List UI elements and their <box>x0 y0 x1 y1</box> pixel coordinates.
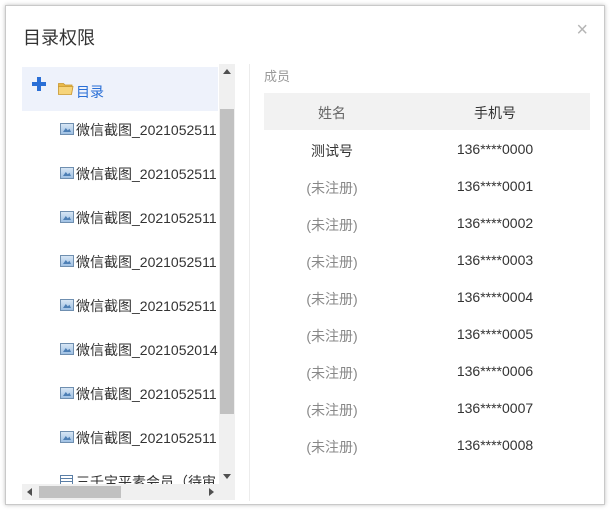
member-name: (未注册) <box>306 439 358 455</box>
tree-item-label: 微信截图_2021052511 <box>76 122 217 138</box>
member-name: (未注册) <box>306 291 358 307</box>
table-row: (未注册) 136****0002 <box>264 204 590 241</box>
table-header: 姓名 手机号 <box>264 93 590 130</box>
tree-item[interactable]: 微信截图_2021052511 <box>22 383 218 403</box>
tree-item[interactable]: 微信截图_2021052511 <box>22 163 218 183</box>
scrollbar-thumb[interactable] <box>39 486 121 498</box>
tree-root-item[interactable]: 目录 <box>22 67 218 111</box>
table-row: 测试号 136****0000 <box>264 130 590 167</box>
tree-item[interactable]: 微信截图_2021052511 <box>22 207 218 227</box>
member-phone: 136****0008 <box>456 437 534 453</box>
table-row: (未注册) 136****0001 <box>264 167 590 204</box>
tree-item[interactable]: 三千宝平素会员（待审 <box>22 471 218 484</box>
member-phone: 136****0002 <box>456 215 534 231</box>
tree-item-label: 微信截图_2021052511 <box>76 254 217 270</box>
member-name: 测试号 <box>311 143 353 159</box>
member-name: (未注册) <box>306 328 358 344</box>
image-file-icon <box>60 255 74 267</box>
member-phone: 136****0006 <box>456 363 534 379</box>
tree-item-label: 微信截图_2021052511 <box>76 430 217 446</box>
image-file-icon <box>60 123 74 135</box>
member-phone: 136****0004 <box>456 289 534 305</box>
member-phone: 136****0000 <box>456 141 534 157</box>
tree-item-label: 微信截图_2021052511 <box>76 386 217 402</box>
tree-item-label: 微信截图_2021052511 <box>76 210 217 226</box>
directory-tree-panel: 目录 微信截图_2021052511 微信截图_2021052511 微信截图_20… <box>22 64 235 501</box>
member-phone: 136****0007 <box>456 400 534 416</box>
scrollbar-corner <box>219 484 235 500</box>
scroll-left-arrow-icon[interactable] <box>27 488 32 496</box>
member-phone: 136****0003 <box>456 252 534 268</box>
table-row: (未注册) 136****0007 <box>264 389 590 426</box>
members-table: 姓名 手机号 测试号 136****0000 (未注册) 136****0001 (未注… <box>264 93 590 463</box>
column-header-phone: 手机号 <box>474 105 516 121</box>
tree-horizontal-scrollbar[interactable] <box>22 484 219 500</box>
tree-item[interactable]: 微信截图_2021052014 <box>22 339 218 359</box>
scroll-right-arrow-icon[interactable] <box>209 488 214 496</box>
tree-item[interactable]: 微信截图_2021052511 <box>22 427 218 447</box>
tree-item[interactable]: 微信截图_2021052511 <box>22 251 218 271</box>
image-file-icon <box>60 343 74 355</box>
spreadsheet-file-icon <box>60 475 73 484</box>
column-header-name: 姓名 <box>318 105 346 121</box>
permission-dialog: 目录权限 × 目录 微信截图_2021052511 微信截图_2021052511… <box>5 5 605 505</box>
table-row: (未注册) 136****0005 <box>264 315 590 352</box>
member-name: (未注册) <box>306 217 358 233</box>
directory-tree[interactable]: 目录 微信截图_2021052511 微信截图_2021052511 微信截图_20… <box>22 64 218 484</box>
member-phone: 136****0005 <box>456 326 534 342</box>
table-row: (未注册) 136****0008 <box>264 426 590 463</box>
member-phone: 136****0001 <box>456 178 534 194</box>
scroll-up-arrow-icon[interactable] <box>223 69 231 74</box>
image-file-icon <box>60 167 74 179</box>
image-file-icon <box>60 211 74 223</box>
image-file-icon <box>60 387 74 399</box>
table-row: (未注册) 136****0006 <box>264 352 590 389</box>
tree-item-label: 微信截图_2021052014 <box>76 342 218 358</box>
scroll-down-arrow-icon[interactable] <box>223 474 231 479</box>
dialog-title: 目录权限 <box>23 28 95 48</box>
folder-open-icon <box>58 83 74 95</box>
table-row: (未注册) 136****0004 <box>264 278 590 315</box>
members-section-label: 成员 <box>264 69 291 84</box>
member-name: (未注册) <box>306 365 358 381</box>
tree-item-label: 三千宝平素会员（待审 <box>76 474 216 484</box>
image-file-icon <box>60 431 74 443</box>
tree-vertical-scrollbar[interactable] <box>219 64 235 484</box>
member-name: (未注册) <box>306 254 358 270</box>
tree-item[interactable]: 微信截图_2021052511 <box>22 119 218 139</box>
panel-divider <box>249 64 250 501</box>
scrollbar-thumb[interactable] <box>220 109 234 414</box>
image-file-icon <box>60 299 74 311</box>
member-name: (未注册) <box>306 180 358 196</box>
tree-item-label: 微信截图_2021052511 <box>76 166 217 182</box>
table-row: (未注册) 136****0003 <box>264 241 590 278</box>
tree-root-label: 目录 <box>76 84 104 100</box>
tree-item-label: 微信截图_2021052511 <box>76 298 217 314</box>
member-name: (未注册) <box>306 402 358 418</box>
tree-item[interactable]: 微信截图_2021052511 <box>22 295 218 315</box>
close-icon[interactable]: × <box>576 20 588 40</box>
plus-icon[interactable] <box>32 77 46 91</box>
